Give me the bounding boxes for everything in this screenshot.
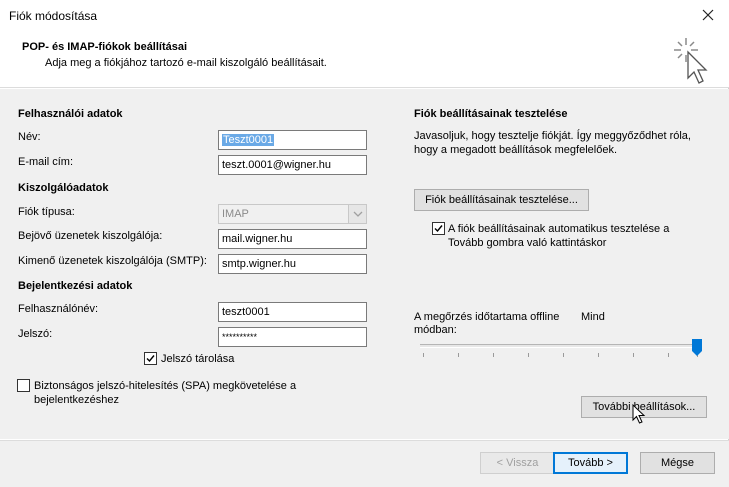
- name-label: Név:: [18, 131, 41, 143]
- account-type-value: IMAP: [222, 208, 249, 220]
- spa-checkbox[interactable]: [17, 379, 30, 392]
- header-title: POP- és IMAP-fiókok beállításai: [22, 41, 188, 53]
- dialog-footer: < Vissza Tovább > Mégse: [0, 441, 729, 487]
- offline-label-line1: A megőrzés időtartama offline: [414, 311, 560, 323]
- cancel-button[interactable]: Mégse: [640, 452, 715, 474]
- remember-password-checkbox[interactable]: [144, 352, 157, 365]
- spa-label-line1: Biztonságos jelszó-hitelesítés (SPA) meg…: [34, 380, 297, 392]
- header-subtitle: Adja meg a fiókjához tartozó e-mail kisz…: [45, 57, 327, 69]
- chevron-down-icon: [348, 205, 366, 223]
- close-icon: [702, 9, 714, 21]
- offline-value: Mind: [581, 311, 605, 323]
- email-label: E-mail cím:: [18, 156, 73, 168]
- offline-slider-track[interactable]: [420, 344, 700, 348]
- account-type-label: Fiók típusa:: [18, 206, 75, 218]
- offline-slider-thumb[interactable]: [692, 339, 702, 356]
- incoming-server-label: Bejövő üzenetek kiszolgálója:: [18, 230, 163, 242]
- test-description-line1: Javasoljuk, hogy tesztelje fiókját. Így …: [414, 130, 691, 142]
- incoming-server-field[interactable]: mail.wigner.hu: [218, 229, 367, 249]
- offline-label-line2: módban:: [414, 324, 457, 336]
- server-info-title: Kiszolgálóadatok: [18, 182, 109, 194]
- test-description-line2: hogy a megadott beállítások megfelelőek.: [414, 144, 618, 156]
- test-section-title: Fiók beállításainak tesztelése: [414, 108, 568, 120]
- slider-tick: [423, 353, 424, 357]
- checkmark-icon: [434, 225, 443, 233]
- auto-test-checkbox[interactable]: [432, 222, 445, 235]
- password-label: Jelszó:: [18, 328, 53, 340]
- slider-tick: [633, 353, 634, 357]
- spa-label-line2: bejelentkezéshez: [34, 394, 120, 406]
- test-account-button[interactable]: Fiók beállításainak tesztelése...: [414, 189, 589, 211]
- outgoing-server-label: Kimenő üzenetek kiszolgálója (SMTP):: [18, 255, 207, 267]
- back-button[interactable]: < Vissza: [480, 452, 555, 474]
- user-info-title: Felhasználói adatok: [18, 108, 123, 120]
- auto-test-label-line2: Tovább gombra való kattintáskor: [448, 237, 607, 249]
- outgoing-server-field[interactable]: smtp.wigner.hu: [218, 254, 367, 274]
- slider-tick: [563, 353, 564, 357]
- cursor-sparkle-icon: [674, 38, 708, 84]
- email-field[interactable]: teszt.0001@wigner.hu: [218, 155, 367, 175]
- dialog-header: POP- és IMAP-fiókok beállításai Adja meg…: [0, 30, 729, 88]
- name-field[interactable]: Teszt0001: [218, 130, 367, 150]
- account-settings-dialog: Fiók módosítása POP- és IMAP-fiókok beál…: [0, 0, 729, 487]
- title-bar: Fiók módosítása: [0, 0, 729, 30]
- slider-tick: [668, 353, 669, 357]
- checkmark-icon: [146, 355, 155, 363]
- auto-test-label-line1: A fiók beállításainak automatikus teszte…: [448, 223, 670, 235]
- remember-password-label: Jelszó tárolása: [161, 353, 235, 365]
- next-button[interactable]: Tovább >: [553, 452, 628, 474]
- name-value: Teszt0001: [222, 134, 275, 146]
- login-info-title: Bejelentkezési adatok: [18, 280, 133, 292]
- username-label: Felhasználónév:: [18, 303, 99, 315]
- close-button[interactable]: [693, 2, 723, 28]
- username-field[interactable]: teszt0001: [218, 302, 367, 322]
- slider-tick: [458, 353, 459, 357]
- slider-tick: [528, 353, 529, 357]
- slider-tick: [493, 353, 494, 357]
- slider-tick: [598, 353, 599, 357]
- mouse-pointer-icon: [632, 404, 646, 424]
- window-title: Fiók módosítása: [9, 9, 98, 23]
- password-field[interactable]: **********: [218, 327, 367, 347]
- account-type-select[interactable]: IMAP: [218, 204, 367, 224]
